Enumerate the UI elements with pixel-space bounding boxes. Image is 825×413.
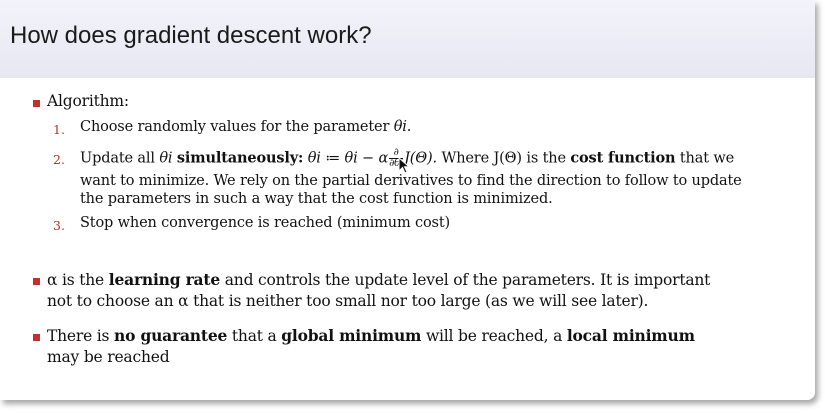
no-guarantee-bold: no guarantee: [114, 326, 228, 345]
step-2-line-3: the parameters in such a way that the co…: [80, 191, 553, 207]
step-number: 3.: [53, 218, 65, 233]
local-minimum-bold: local minimum: [566, 326, 695, 345]
guarantee-text-c: will be reached, a: [421, 327, 567, 345]
step-2-bold: simultaneously:: [176, 149, 304, 167]
step-1-end: .: [406, 119, 412, 135]
step-1-text: Choose randomly values for the parameter…: [80, 119, 411, 135]
step-2-text-b: Where J(Θ) is the: [441, 150, 571, 167]
learning-rate-text-b: and controls the update level of the par…: [220, 271, 711, 289]
guarantee-text-b: that a: [227, 327, 282, 345]
step-1-label: Choose randomly values for the parameter: [80, 119, 394, 135]
slide-content: Algorithm: 1. Choose randomly values for…: [0, 78, 815, 400]
mouse-pointer-icon: [398, 157, 411, 174]
learning-rate-text-a: α is the: [47, 271, 109, 289]
bullet-marker: [33, 334, 40, 341]
step-number: 2.: [53, 152, 65, 167]
theta-symbol: θi: [393, 119, 407, 135]
guarantee-line-2: may be reached: [47, 348, 170, 366]
learning-rate-line-1: α is the learning rate and controls the …: [47, 270, 710, 289]
bullet-marker: [33, 100, 40, 107]
algorithm-heading: Algorithm:: [47, 92, 129, 110]
slide-header: How does gradient descent work?: [0, 0, 815, 78]
global-minimum-bold: global minimum: [281, 326, 422, 345]
cost-function-bold: cost function: [570, 149, 676, 167]
learning-rate-line-2: not to choose an α that is neither too s…: [47, 292, 649, 310]
bullet-marker: [33, 278, 40, 285]
step-2-text-a: Update all: [80, 150, 160, 167]
step-2-text-c: that we: [675, 150, 735, 167]
guarantee-text-a: There is: [47, 327, 115, 345]
guarantee-line-1: There is no guarantee that a global mini…: [47, 326, 695, 345]
step-number: 1.: [53, 122, 65, 137]
step-3-text: Stop when convergence is reached (minimu…: [80, 215, 451, 231]
update-equation-left: θi ≔ θi − α: [307, 150, 389, 167]
step-2-line-2: want to minimize. We rely on the partial…: [80, 173, 742, 189]
slide: How does gradient descent work? Algorith…: [0, 0, 815, 400]
slide-title: How does gradient descent work?: [10, 22, 372, 49]
learning-rate-bold: learning rate: [108, 270, 221, 289]
theta-symbol: θi: [159, 150, 173, 167]
